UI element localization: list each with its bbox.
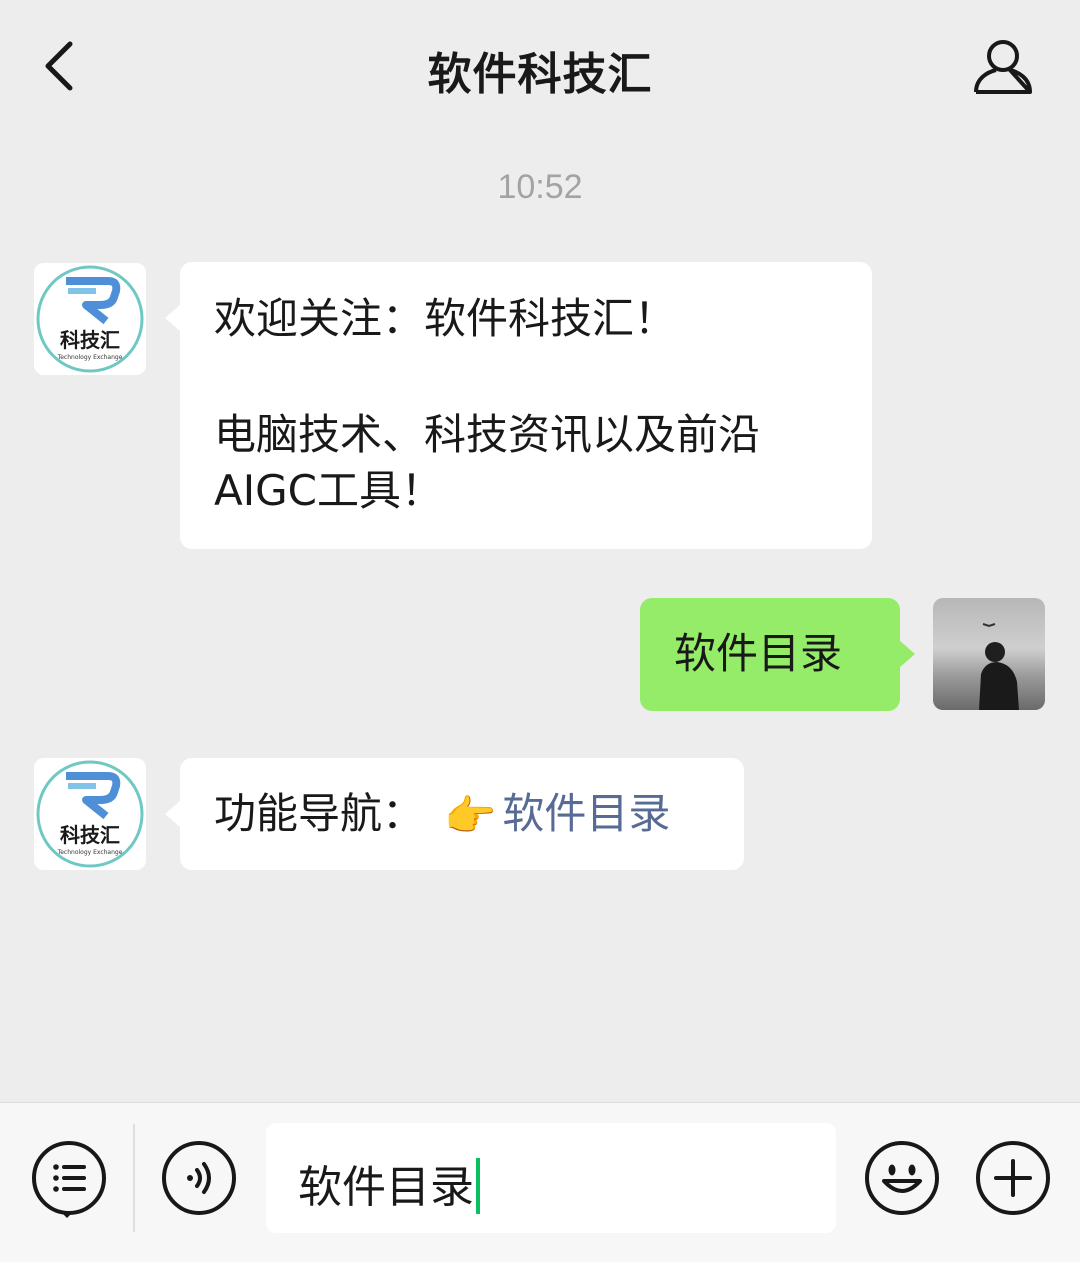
message-input[interactable]: 软件目录 bbox=[266, 1123, 836, 1233]
logo-text: 科技汇 bbox=[60, 823, 120, 847]
message-prefix: 功能导航： bbox=[214, 789, 425, 838]
header-bar: 软件科技汇 bbox=[0, 0, 1080, 135]
message-timestamp: 10:52 bbox=[497, 168, 583, 206]
menu-link[interactable]: 软件目录 bbox=[502, 789, 670, 838]
logo-subtitle: Technology Exchange bbox=[57, 354, 123, 361]
message-input-value: 软件目录 bbox=[298, 1162, 474, 1213]
caret-down-icon bbox=[60, 1211, 74, 1218]
incoming-message-bubble[interactable]: 功能导航： 👉 软件目录 bbox=[165, 758, 744, 870]
outgoing-message-bubble[interactable]: 软件目录 bbox=[640, 598, 915, 711]
incoming-message-bubble[interactable]: 欢迎关注：软件科技汇！ 电脑技术、科技资讯以及前沿 AIGC工具！ bbox=[165, 262, 872, 549]
message-line-blank bbox=[214, 348, 838, 406]
logo-subtitle: Technology Exchange bbox=[57, 849, 123, 856]
logo-icon: 科技汇 Technology Exchange bbox=[34, 263, 146, 375]
pointing-hand-icon: 👉 bbox=[444, 791, 497, 840]
person-silhouette-icon bbox=[979, 623, 1019, 710]
message-line: AIGC工具！ bbox=[214, 466, 443, 515]
divider bbox=[133, 1124, 135, 1232]
logo-text: 科技汇 bbox=[60, 328, 120, 352]
logo-icon: 科技汇 Technology Exchange bbox=[34, 758, 146, 870]
user-avatar[interactable] bbox=[933, 598, 1045, 710]
person-icon[interactable] bbox=[968, 36, 1038, 98]
text-caret bbox=[476, 1158, 480, 1214]
page-title: 软件科技汇 bbox=[427, 49, 653, 100]
smiley-icon[interactable] bbox=[865, 1141, 939, 1215]
message-text: 软件目录 bbox=[674, 629, 843, 678]
message-line: 欢迎关注：软件科技汇！ bbox=[214, 294, 677, 343]
list-icon[interactable] bbox=[32, 1141, 106, 1215]
plus-icon[interactable] bbox=[976, 1141, 1050, 1215]
bot-avatar[interactable]: 科技汇 Technology Exchange bbox=[34, 758, 146, 870]
bot-avatar[interactable]: 科技汇 Technology Exchange bbox=[34, 263, 146, 375]
voice-icon[interactable] bbox=[162, 1141, 236, 1215]
message-line: 电脑技术、科技资讯以及前沿 bbox=[214, 410, 761, 459]
